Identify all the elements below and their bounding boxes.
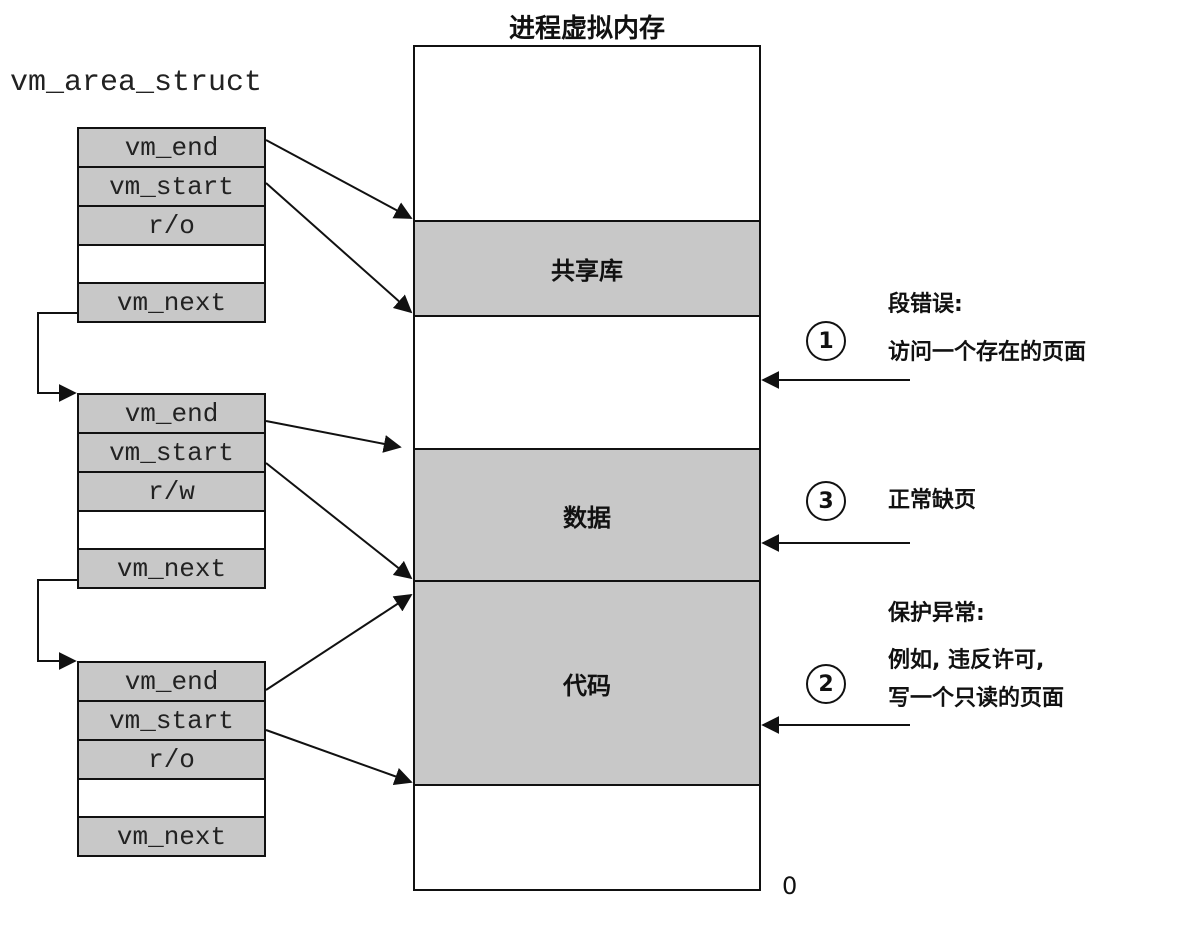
- connector-lines: [37, 139, 910, 786]
- arrow-vma1-end: [265, 139, 413, 219]
- arrow-vma3-end: [265, 594, 413, 691]
- arrow-vma2-start: [265, 462, 413, 580]
- vm-next-link-1: [37, 312, 77, 402]
- arrow-vma1-start: [265, 182, 413, 314]
- vm-next-link-2: [37, 579, 77, 670]
- arrow-vma3-start: [265, 729, 413, 786]
- arrow-vma2-end: [265, 420, 402, 453]
